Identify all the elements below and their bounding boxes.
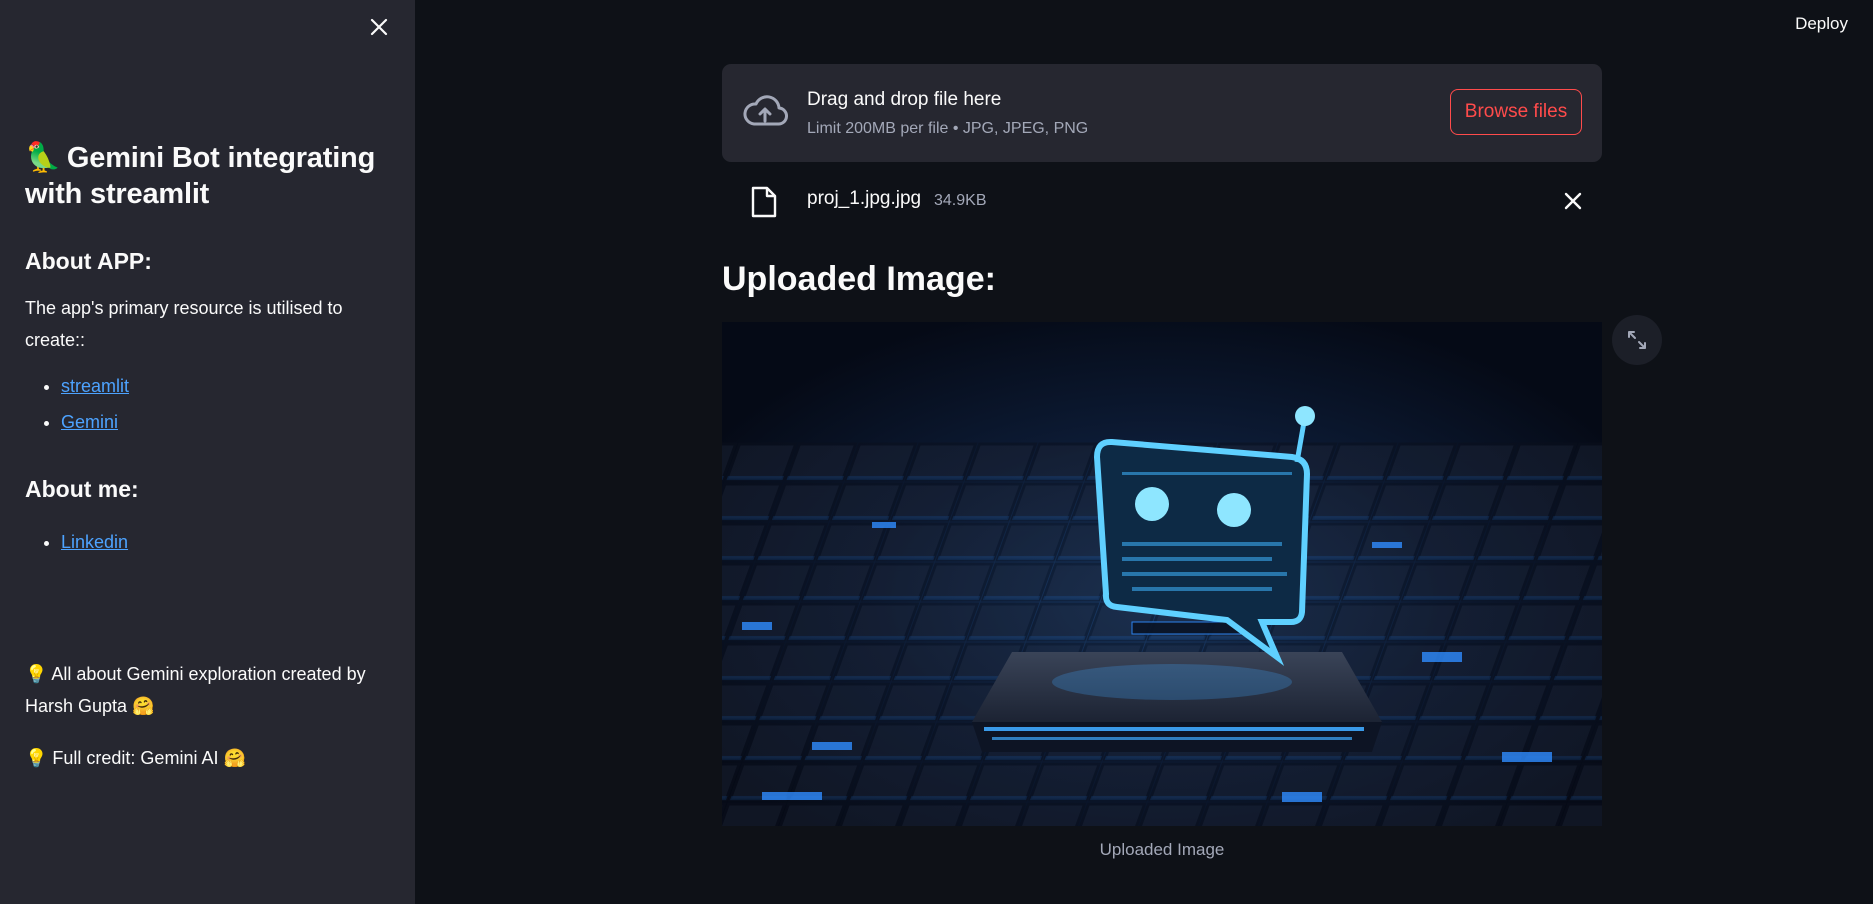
linkedin-link[interactable]: Linkedin (61, 532, 128, 552)
about-me-links-list: Linkedin (25, 524, 385, 560)
credit-text-1: 💡 All about Gemini exploration created b… (25, 664, 366, 716)
about-me-heading: About me: (25, 476, 139, 502)
file-name: proj_1.jpg.jpg (807, 188, 922, 209)
cloud-upload-icon (743, 95, 788, 126)
sidebar: 🦜 Gemini Bot integrating with streamlit A… (0, 0, 415, 904)
sidebar-close-button[interactable] (366, 14, 392, 40)
close-icon (370, 18, 388, 36)
credit-text-2: 💡 Full credit: Gemini AI 🤗 (25, 748, 246, 768)
gemini-link[interactable]: Gemini (61, 412, 118, 432)
fullscreen-button[interactable] (1612, 315, 1662, 365)
about-app-text: The app's primary resource is utilised t… (25, 298, 343, 350)
browse-files-button[interactable]: Browse files (1450, 89, 1582, 135)
sidebar-title: 🦜 Gemini Bot integrating with streamlit (25, 140, 385, 212)
sidebar-title-text: Gemini Bot integrating with streamlit (25, 142, 376, 210)
about-app-heading: About APP: (25, 248, 152, 274)
uploaded-file-row: proj_1.jpg.jpg 34.9KB (722, 178, 1602, 224)
dropzone-subtitle: Limit 200MB per file • JPG, JPEG, PNG (807, 120, 1089, 137)
parrot-icon: 🦜 (25, 142, 61, 174)
robot-chip-illustration (722, 322, 1602, 826)
remove-file-icon[interactable] (1560, 188, 1586, 214)
uploaded-image-heading: Uploaded Image: (722, 260, 996, 298)
list-item: Linkedin (61, 524, 385, 560)
file-dropzone[interactable]: Drag and drop file here Limit 200MB per … (722, 64, 1602, 162)
expand-icon (1628, 331, 1646, 349)
list-item: Gemini (61, 404, 385, 440)
file-size: 34.9KB (934, 192, 987, 209)
tech-links-list: streamlit Gemini (25, 368, 385, 440)
streamlit-link[interactable]: streamlit (61, 376, 129, 396)
file-icon (751, 186, 777, 218)
list-item: streamlit (61, 368, 385, 404)
dropzone-title: Drag and drop file here (807, 89, 1002, 110)
uploaded-image (722, 322, 1602, 826)
deploy-button[interactable]: Deploy (1795, 14, 1848, 34)
image-caption: Uploaded Image (1099, 840, 1225, 859)
